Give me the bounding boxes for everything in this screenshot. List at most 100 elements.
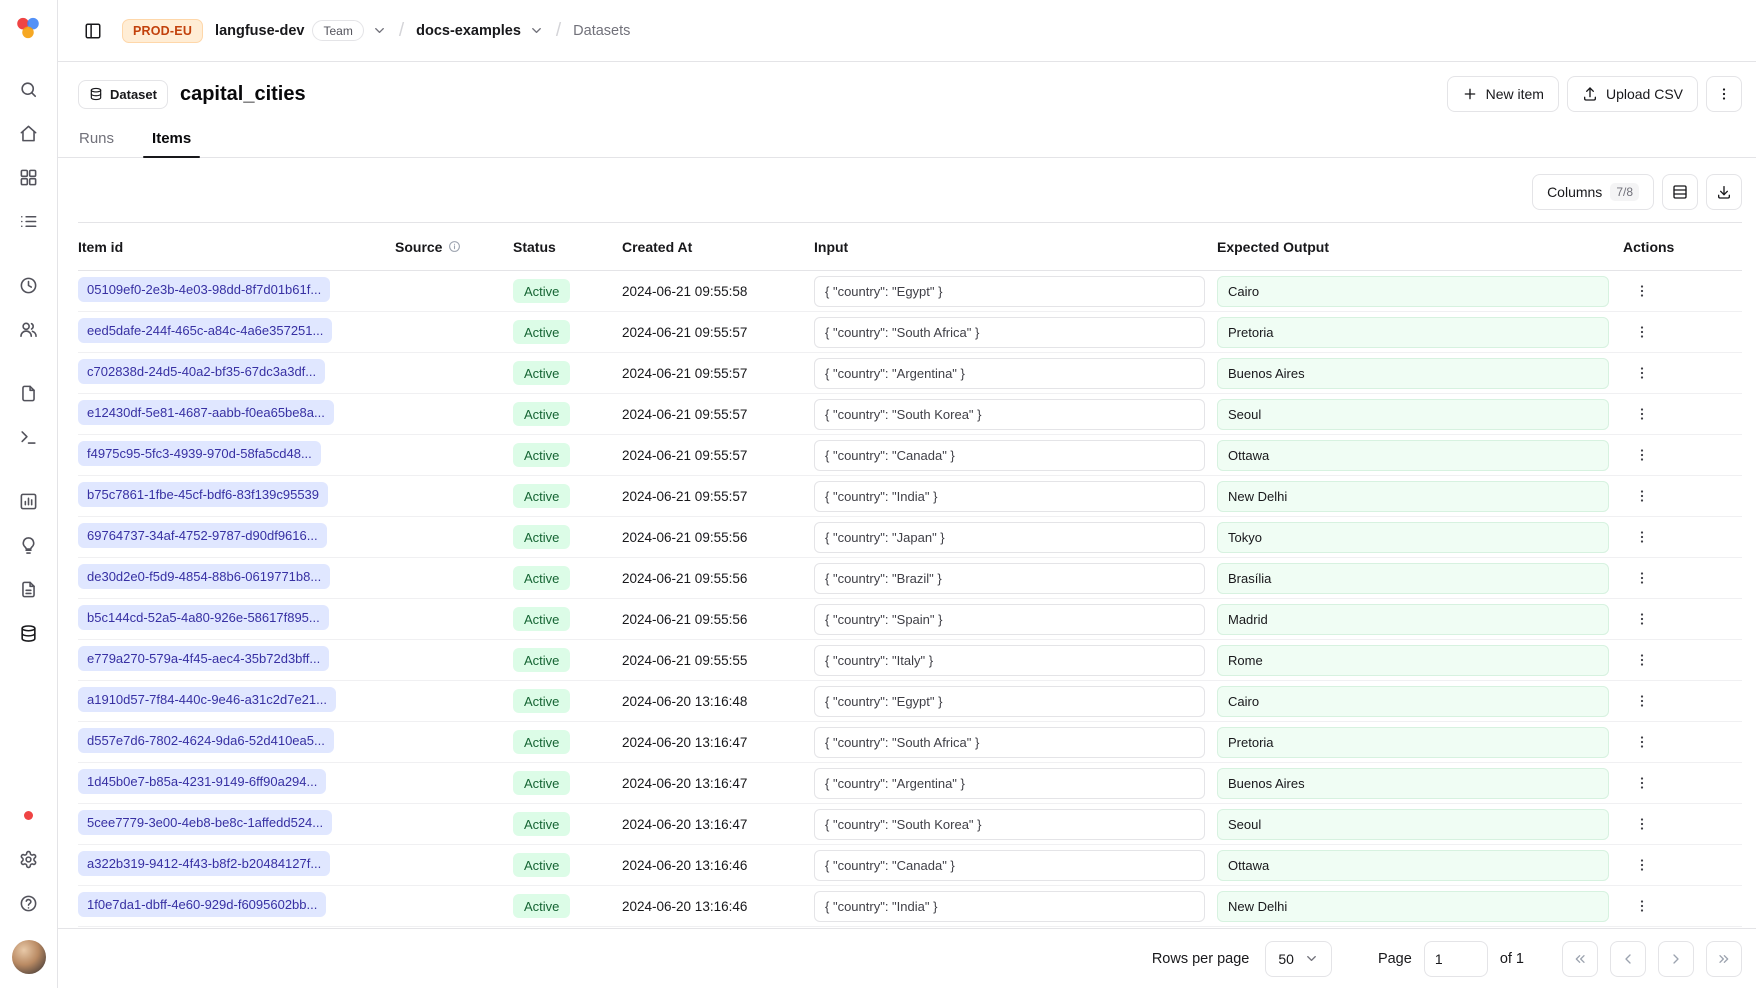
input-cell[interactable]: { "country": "South Korea" } [814,809,1205,840]
sidebar-item-list[interactable] [10,202,48,240]
sidebar-item-lightbulb[interactable] [10,526,48,564]
expected-output-cell[interactable]: Ottawa [1217,440,1609,471]
first-page-button[interactable] [1562,941,1598,977]
export-button[interactable] [1706,174,1742,210]
input-cell[interactable]: { "country": "Argentina" } [814,358,1205,389]
tab-items[interactable]: Items [143,120,200,157]
input-cell[interactable]: { "country": "Japan" } [814,522,1205,553]
sidebar-item-database[interactable] [10,614,48,652]
upload-csv-button[interactable]: Upload CSV [1567,76,1698,112]
sidebar-toggle-button[interactable] [76,14,110,48]
expected-output-cell[interactable]: Seoul [1217,809,1609,840]
item-id-badge[interactable]: b75c7861-1fbe-45cf-bdf6-83f139c95539 [78,482,328,507]
item-id-badge[interactable]: 1f0e7da1-dbff-4e60-929d-f6095602bb... [78,892,326,917]
column-header-input[interactable]: Input [814,239,1217,255]
sidebar-item-users[interactable] [10,310,48,348]
sidebar-item-support[interactable] [10,884,48,922]
row-actions-button[interactable] [1625,848,1659,882]
column-header-created-at[interactable]: Created At [622,239,814,255]
row-height-button[interactable] [1662,174,1698,210]
item-id-badge[interactable]: e12430df-5e81-4687-aabb-f0ea65be8a... [78,400,334,425]
row-actions-button[interactable] [1625,520,1659,554]
input-cell[interactable]: { "country": "South Africa" } [814,727,1205,758]
tab-runs[interactable]: Runs [70,120,123,157]
row-actions-button[interactable] [1625,397,1659,431]
expected-output-cell[interactable]: Pretoria [1217,727,1609,758]
item-id-badge[interactable]: b5c144cd-52a5-4a80-926e-58617f895... [78,605,329,630]
column-header-expected-output[interactable]: Expected Output [1217,239,1623,255]
input-cell[interactable]: { "country": "Egypt" } [814,276,1205,307]
previous-page-button[interactable] [1610,941,1646,977]
page-number-input[interactable] [1424,941,1488,977]
user-avatar[interactable] [12,940,46,974]
expected-output-cell[interactable]: Pretoria [1217,317,1609,348]
row-actions-button[interactable] [1625,725,1659,759]
last-page-button[interactable] [1706,941,1742,977]
sidebar-item-home[interactable] [10,114,48,152]
column-header-status[interactable]: Status [513,239,622,255]
item-id-badge[interactable]: c702838d-24d5-40a2-bf35-67dc3a3df... [78,359,325,384]
breadcrumb-organization[interactable]: langfuse-dev Team [215,20,387,41]
expected-output-cell[interactable]: Cairo [1217,686,1609,717]
expected-output-cell[interactable]: Tokyo [1217,522,1609,553]
expected-output-cell[interactable]: New Delhi [1217,481,1609,512]
input-cell[interactable]: { "country": "Italy" } [814,645,1205,676]
input-cell[interactable]: { "country": "South Africa" } [814,317,1205,348]
expected-output-cell[interactable]: Seoul [1217,399,1609,430]
item-id-badge[interactable]: 1d45b0e7-b85a-4231-9149-6ff90a294... [78,769,326,794]
row-actions-button[interactable] [1625,479,1659,513]
expected-output-cell[interactable]: Brasília [1217,563,1609,594]
new-item-button[interactable]: New item [1447,76,1559,112]
item-id-badge[interactable]: e779a270-579a-4f45-aec4-35b72d3bff... [78,646,329,671]
breadcrumb-project[interactable]: docs-examples [416,23,544,39]
more-actions-button[interactable] [1706,76,1742,112]
sidebar-item-grid[interactable] [10,158,48,196]
input-cell[interactable]: { "country": "India" } [814,481,1205,512]
item-id-badge[interactable]: a322b319-9412-4f43-b8f2-b20484127f... [78,851,330,876]
item-id-badge[interactable]: 5cee7779-3e00-4eb8-be8c-1affedd524... [78,810,332,835]
expected-output-cell[interactable]: Buenos Aires [1217,768,1609,799]
expected-output-cell[interactable]: Madrid [1217,604,1609,635]
expected-output-cell[interactable]: New Delhi [1217,891,1609,922]
next-page-button[interactable] [1658,941,1694,977]
sidebar-item-file-text[interactable] [10,570,48,608]
row-actions-button[interactable] [1625,356,1659,390]
item-id-badge[interactable]: f4975c95-5fc3-4939-970d-58fa5cd48... [78,441,321,466]
item-id-badge[interactable]: 69764737-34af-4752-9787-d90df9616... [78,523,327,548]
row-actions-button[interactable] [1625,315,1659,349]
row-actions-button[interactable] [1625,889,1659,923]
expected-output-cell[interactable]: Buenos Aires [1217,358,1609,389]
sidebar-item-file[interactable] [10,374,48,412]
input-cell[interactable]: { "country": "Egypt" } [814,686,1205,717]
row-actions-button[interactable] [1625,561,1659,595]
input-cell[interactable]: { "country": "Canada" } [814,440,1205,471]
item-id-badge[interactable]: a1910d57-7f84-440c-9e46-a31c2d7e21... [78,687,336,712]
column-header-source[interactable]: Source [395,239,513,255]
expected-output-cell[interactable]: Rome [1217,645,1609,676]
sidebar-item-square-chart[interactable] [10,482,48,520]
sidebar-item-settings[interactable] [10,840,48,878]
row-actions-button[interactable] [1625,438,1659,472]
columns-button[interactable]: Columns 7/8 [1532,174,1654,210]
sidebar-item-terminal[interactable] [10,418,48,456]
row-actions-button[interactable] [1625,602,1659,636]
row-actions-button[interactable] [1625,643,1659,677]
input-cell[interactable]: { "country": "Argentina" } [814,768,1205,799]
row-actions-button[interactable] [1625,274,1659,308]
expected-output-cell[interactable]: Ottawa [1217,850,1609,881]
input-cell[interactable]: { "country": "South Korea" } [814,399,1205,430]
sidebar-item-search[interactable] [10,70,48,108]
input-cell[interactable]: { "country": "India" } [814,891,1205,922]
input-cell[interactable]: { "country": "Spain" } [814,604,1205,635]
input-cell[interactable]: { "country": "Canada" } [814,850,1205,881]
row-actions-button[interactable] [1625,807,1659,841]
column-header-item-id[interactable]: Item id [78,239,395,255]
input-cell[interactable]: { "country": "Brazil" } [814,563,1205,594]
app-logo[interactable] [13,12,45,44]
item-id-badge[interactable]: 05109ef0-2e3b-4e03-98dd-8f7d01b61f... [78,277,330,302]
item-id-badge[interactable]: de30d2e0-f5d9-4854-88b6-0619771b8... [78,564,330,589]
sidebar-item-clock[interactable] [10,266,48,304]
expected-output-cell[interactable]: Cairo [1217,276,1609,307]
row-actions-button[interactable] [1625,684,1659,718]
row-actions-button[interactable] [1625,766,1659,800]
